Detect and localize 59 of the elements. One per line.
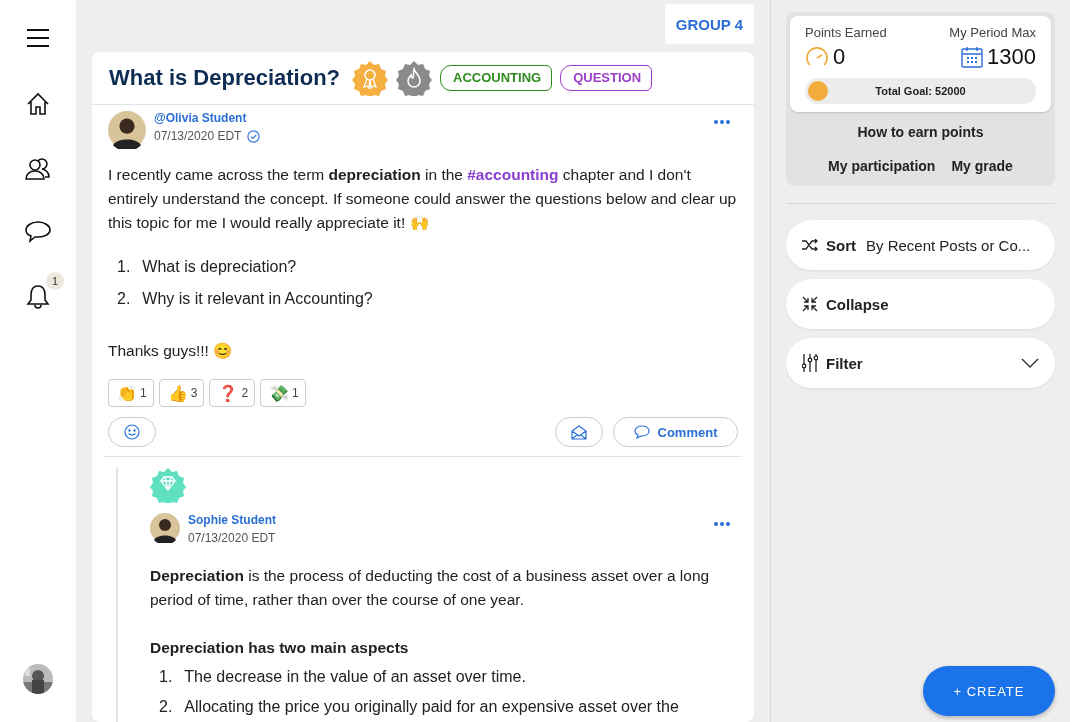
reply-heading: Depreciation has two main aspects bbox=[150, 638, 410, 658]
list-number: 2. bbox=[117, 290, 131, 308]
post-date: 07/13/2020 EDT bbox=[154, 129, 242, 144]
max-value: 1300 bbox=[987, 44, 1036, 70]
verified-icon bbox=[247, 130, 261, 143]
points-link[interactable]: How to earn points bbox=[857, 124, 984, 140]
emoji-button[interactable] bbox=[108, 417, 156, 447]
filter-button[interactable]: Filter bbox=[786, 338, 1055, 388]
reaction-button[interactable]: 👏 1 bbox=[108, 379, 154, 407]
chevron-down-icon bbox=[1021, 358, 1039, 368]
author-name[interactable]: Sophie Student bbox=[188, 513, 276, 528]
smiley-icon bbox=[124, 424, 140, 440]
list-item-text: Allocating the price you originally paid for an expensive asset over the bbox=[184, 698, 679, 716]
author-avatar bbox=[150, 513, 180, 543]
chat-icon[interactable] bbox=[25, 220, 51, 244]
people-icon[interactable] bbox=[25, 156, 51, 180]
mail-button[interactable] bbox=[555, 417, 603, 447]
more-icon[interactable] bbox=[714, 120, 730, 124]
sort-button[interactable]: Sort By Recent Posts or Co... bbox=[786, 220, 1055, 270]
reaction-button[interactable]: 💸 1 bbox=[260, 379, 306, 407]
list-item-text: What is depreciation? bbox=[142, 258, 297, 276]
shuffle-icon bbox=[802, 239, 818, 251]
more-icon[interactable] bbox=[714, 522, 730, 526]
post-title: What is Depreciation? bbox=[109, 65, 341, 91]
list-item-text: The decrease in the value of an asset over time. bbox=[184, 668, 526, 686]
points-link[interactable]: My grade bbox=[951, 158, 1013, 174]
goal-label: Total Goal: 52000 bbox=[875, 85, 966, 97]
speedometer-icon bbox=[805, 46, 829, 68]
reply-text: Depreciation is the process of deducting the cost of a business asset over a long period of time, rather than over the course of one year. bbox=[150, 566, 711, 610]
collapse-button[interactable]: Collapse bbox=[786, 279, 1055, 329]
comment-button[interactable]: Comment bbox=[613, 417, 738, 447]
post-date: 07/13/2020 EDT bbox=[188, 531, 276, 546]
bell-icon[interactable] bbox=[26, 284, 50, 310]
notification-count: 1 bbox=[46, 272, 64, 290]
category-tag[interactable]: ACCOUNTING bbox=[440, 65, 553, 91]
list-number: 1. bbox=[117, 258, 131, 276]
menu-icon[interactable] bbox=[26, 28, 50, 48]
category-tag[interactable]: QUESTION bbox=[560, 65, 653, 91]
points-value: 0 bbox=[833, 44, 846, 70]
create-button[interactable]: + CREATE bbox=[923, 666, 1055, 716]
author-name[interactable]: @Olivia Student bbox=[154, 111, 261, 126]
collapse-icon bbox=[802, 296, 818, 312]
stat-label: Points Earned bbox=[805, 25, 887, 40]
envelope-icon bbox=[571, 424, 587, 440]
points-link[interactable]: My participation bbox=[828, 158, 936, 174]
author-avatar bbox=[108, 111, 146, 149]
speech-bubble-icon bbox=[633, 425, 650, 439]
reaction-button[interactable]: 👍 3 bbox=[158, 379, 205, 407]
list-number: 1. bbox=[159, 668, 173, 686]
list-item-text: Why is it relevant in Accounting? bbox=[142, 290, 373, 308]
post-text: I recently came across the term depreciation in the #accounting chapter and I don't entirely understand the concept. If someone could answer the questions below and clear up this topic for me I would really appreciate it! 🙌 bbox=[108, 165, 738, 233]
stat-label: My Period Max bbox=[949, 25, 1036, 40]
home-icon[interactable] bbox=[26, 92, 50, 116]
reaction-button[interactable]: ❓ 2 bbox=[209, 379, 256, 407]
sliders-icon bbox=[802, 354, 818, 372]
post-text: Thanks guys!!! 😊 bbox=[108, 341, 234, 361]
group-label: GROUP 4 bbox=[664, 4, 754, 44]
list-number: 2. bbox=[159, 698, 173, 716]
calendar-icon bbox=[961, 46, 984, 68]
